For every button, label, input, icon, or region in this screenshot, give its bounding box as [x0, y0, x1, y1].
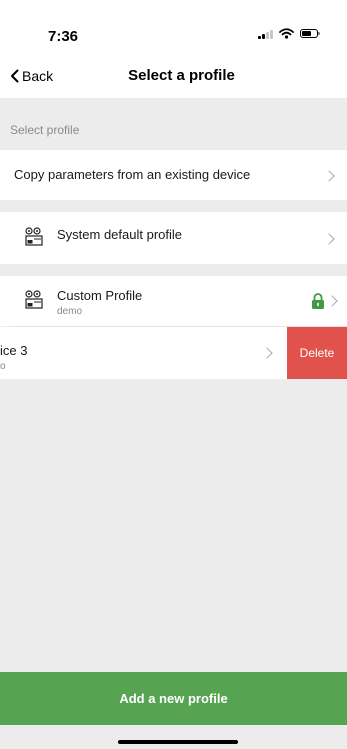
delete-button[interactable]: Delete: [287, 327, 347, 379]
copy-parameters-label: Copy parameters from an existing device: [14, 167, 251, 182]
system-default-profile-row[interactable]: System default profile: [0, 212, 347, 264]
chevron-right-icon: [261, 347, 273, 359]
add-new-profile-button[interactable]: Add a new profile: [0, 672, 347, 725]
swiped-profile-label: ice 3: [0, 343, 28, 358]
chevron-right-icon: [323, 170, 335, 182]
home-indicator: [118, 740, 238, 744]
system-default-profile-label: System default profile: [57, 227, 183, 242]
profile-list: Select profile Copy parameters from an e…: [0, 98, 347, 672]
swiped-profile-sublabel: o: [0, 361, 6, 372]
page-title-text: Select a profile: [128, 67, 235, 84]
battery-icon: [300, 29, 320, 38]
chevron-right-icon: [326, 295, 338, 307]
section-header: Select profile: [10, 123, 80, 137]
status-bar: 7:36: [0, 0, 347, 54]
device-icon: [25, 290, 43, 309]
custom-profile-label: Custom Profile: [57, 288, 143, 303]
lock-icon: [312, 293, 324, 309]
bottom-bar: [0, 725, 347, 749]
status-time: 7:36: [48, 28, 79, 45]
chevron-right-icon: [323, 233, 335, 245]
status-icons: [258, 28, 320, 39]
wifi-icon: [279, 28, 294, 39]
signal-icon: [258, 29, 273, 39]
custom-profile-sublabel: demo: [57, 306, 83, 317]
navigation-bar: Back Select a profile: [0, 54, 347, 98]
custom-profile-row[interactable]: Custom Profile demo: [0, 276, 347, 326]
page-title: Select a profile: [0, 67, 347, 84]
copy-parameters-row[interactable]: Copy parameters from an existing device: [0, 150, 347, 200]
device-icon: [25, 227, 43, 246]
app-screen: 7:36 Back Select a profile Select profil…: [0, 0, 347, 749]
swiped-profile-row[interactable]: ice 3 o Delete: [0, 327, 347, 379]
